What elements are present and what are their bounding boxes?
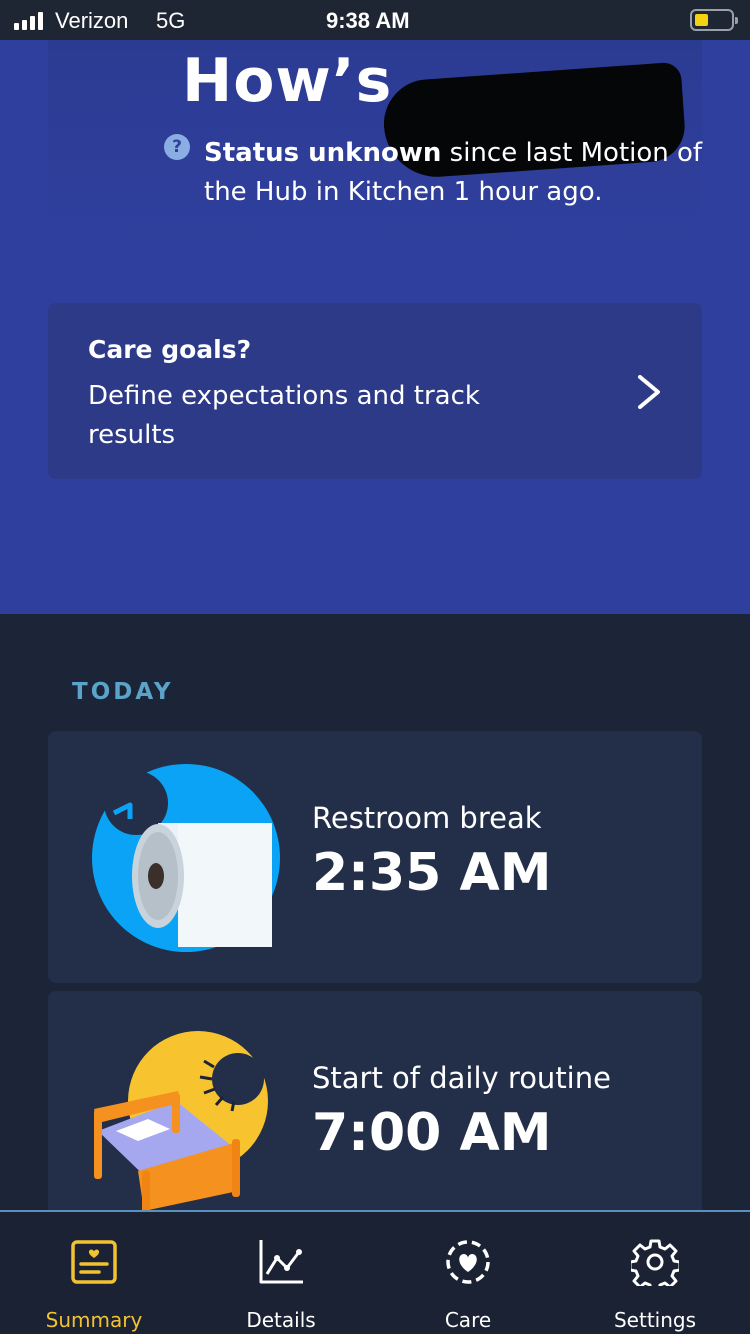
question-circle-icon[interactable]: ? [164,134,190,160]
battery-icon [690,9,738,31]
tab-settings[interactable]: Settings [561,1212,749,1334]
network-type: 5G [156,8,186,33]
bottom-tab-bar: Summary Details Care Settings [0,1210,750,1334]
tab-label: Care [444,1308,492,1332]
line-chart-icon [259,1240,303,1284]
chevron-right-icon [638,375,660,409]
status-bold: Status unknown [204,138,442,168]
carrier-name: Verizon [55,8,129,33]
tab-label: Settings [613,1308,697,1332]
care-goals-title: Care goals? [88,335,252,364]
status-time: 9:38 AM [326,8,410,33]
event-card-routine[interactable]: Start of daily routine 7:00 AM [48,991,702,1243]
tab-care[interactable]: Care [374,1212,562,1334]
tab-label: Details [246,1308,316,1332]
hero-section: How’s ? Status unknown since last Motion… [0,40,750,614]
summary-card-icon [71,1240,117,1284]
greeting-title: How’s [182,46,393,116]
greeting-card: How’s ? Status unknown since last Motion… [48,40,702,240]
toilet-paper-clock-icon [92,764,280,952]
care-goals-card[interactable]: Care goals? Define expectations and trac… [48,303,702,479]
status-bar: Verizon 5G 9:38 AM [0,0,750,40]
today-label: TODAY [72,679,174,705]
event-card-restroom[interactable]: Restroom break 2:35 AM [48,731,702,983]
tab-label: Summary [45,1308,143,1332]
gear-icon [631,1239,679,1286]
signal-strength-icon [14,12,43,30]
event-title: Start of daily routine [312,1061,611,1095]
tab-details[interactable]: Details [187,1212,375,1334]
bed-sunrise-icon [94,1031,268,1219]
status-text: Status unknown since last Motion of the … [204,134,704,212]
care-goals-description: Define expectations and track results [88,381,480,450]
tab-summary[interactable]: Summary [0,1212,188,1334]
event-time: 7:00 AM [312,1103,552,1163]
heart-circle-icon [446,1240,490,1284]
event-time: 2:35 AM [312,843,552,903]
event-title: Restroom break [312,801,542,835]
